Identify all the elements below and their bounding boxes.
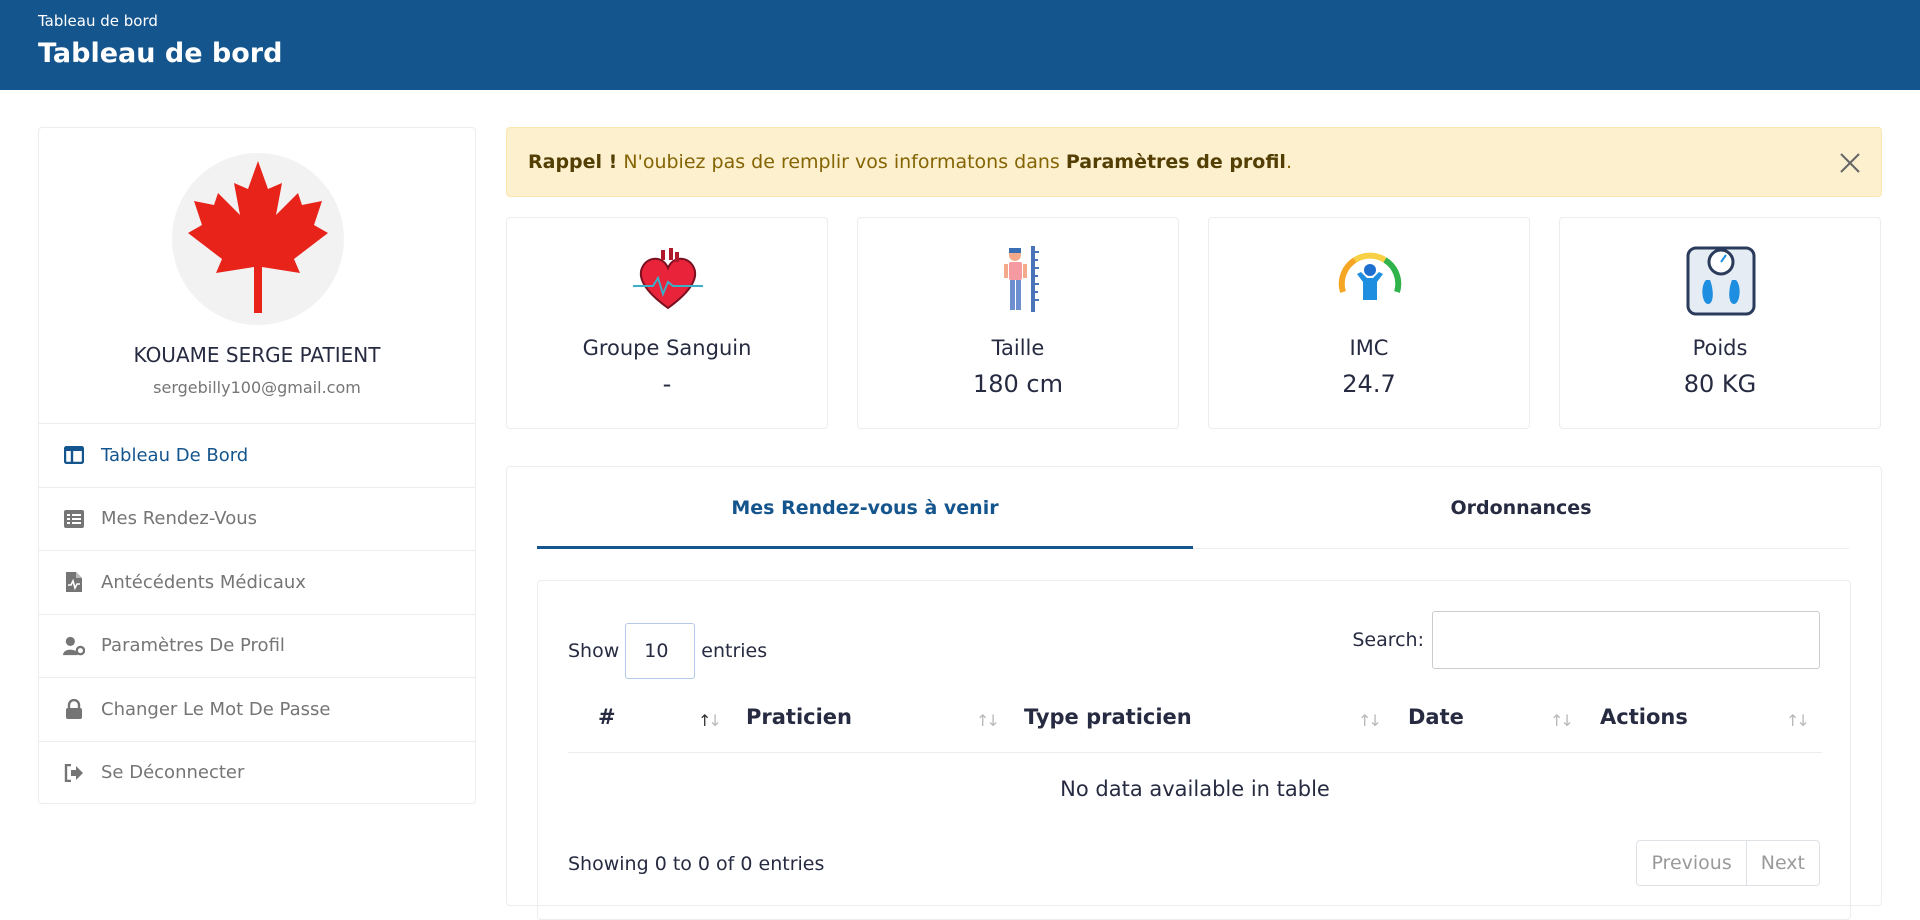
sidebar-item-logout[interactable]: Se Déconnecter bbox=[39, 740, 475, 805]
previous-button[interactable]: Previous bbox=[1637, 841, 1745, 885]
patient-email: sergebilly100@gmail.com bbox=[153, 378, 361, 397]
page-title: Tableau de bord bbox=[38, 38, 283, 69]
sort-icon[interactable]: ↑↓ bbox=[976, 711, 1000, 730]
entries-label: entries bbox=[701, 640, 768, 662]
tab-upcoming-appointments[interactable]: Mes Rendez-vous à venir bbox=[537, 497, 1193, 537]
close-icon[interactable] bbox=[1837, 150, 1863, 176]
column-header-practitioner[interactable]: Praticien bbox=[746, 705, 852, 729]
avatar bbox=[172, 153, 344, 325]
height-icon bbox=[1004, 246, 1039, 312]
user-cog-icon bbox=[63, 635, 85, 657]
column-header-actions[interactable]: Actions bbox=[1600, 705, 1688, 729]
pagination: Previous Next bbox=[1636, 840, 1820, 886]
sidebar-item-medical-history[interactable]: Antécédents Médicaux bbox=[39, 550, 475, 614]
stat-value: 180 cm bbox=[972, 370, 1063, 398]
column-header-practitioner-type[interactable]: Type praticien bbox=[1024, 705, 1192, 729]
alert-text: N'oubiez pas de remplir vos informatons … bbox=[617, 151, 1066, 173]
stat-card-weight: Poids 80 KG bbox=[1559, 217, 1881, 429]
stat-card-blood-group: Groupe Sanguin - bbox=[506, 217, 828, 429]
sort-icon[interactable]: ↑↓ bbox=[1550, 711, 1574, 730]
table-header: # ↑↓ Praticien ↑↓ Type praticien ↑↓ Date… bbox=[568, 691, 1822, 753]
stat-card-bmi: IMC 24.7 bbox=[1208, 217, 1530, 429]
stat-value: - bbox=[662, 370, 672, 398]
appointments-panel: Mes Rendez-vous à venir Ordonnances Show… bbox=[506, 466, 1882, 920]
sidebar-item-dashboard[interactable]: Tableau De Bord bbox=[39, 423, 475, 487]
search-label: Search: bbox=[1352, 629, 1424, 651]
stat-label: Groupe Sanguin bbox=[582, 336, 752, 360]
sort-icon[interactable]: ↑↓ bbox=[1786, 711, 1810, 730]
datatable-wrapper: Show 10 entries Search: # ↑↓ Praticien ↑… bbox=[537, 580, 1851, 920]
medical-file-icon bbox=[63, 571, 85, 593]
stat-value: 24.7 bbox=[1342, 370, 1396, 398]
sort-icon[interactable]: ↑↓ bbox=[698, 711, 722, 730]
next-button[interactable]: Next bbox=[1745, 841, 1819, 885]
sidebar-item-label: Antécédents Médicaux bbox=[101, 571, 306, 593]
page-header: Tableau de bord Tableau de bord bbox=[0, 0, 1920, 90]
stat-card-height: Taille 180 cm bbox=[857, 217, 1179, 429]
maple-leaf-icon bbox=[188, 161, 328, 313]
column-header-number[interactable]: # bbox=[598, 705, 616, 729]
sidebar-item-label: Mes Rendez-Vous bbox=[101, 508, 257, 530]
table-info: Showing 0 to 0 of 0 entries bbox=[568, 853, 825, 875]
search-input[interactable] bbox=[1432, 611, 1820, 669]
sidebar-item-label: Tableau De Bord bbox=[101, 444, 249, 466]
weighing-scale-icon bbox=[1686, 246, 1756, 316]
sidebar-item-label: Se Déconnecter bbox=[101, 762, 245, 784]
breadcrumb[interactable]: Tableau de bord bbox=[38, 12, 158, 30]
page-length-select[interactable]: 10 bbox=[625, 623, 696, 679]
sidebar-menu: Tableau De Bord Mes Rendez-Vous Antécéde… bbox=[39, 423, 475, 804]
show-label: Show bbox=[568, 640, 620, 662]
stat-value: 80 KG bbox=[1683, 370, 1757, 398]
empty-table-message: No data available in table bbox=[1060, 777, 1330, 801]
sign-out-icon bbox=[63, 762, 85, 784]
profile-sidebar: KOUAME SERGE PATIENT sergebilly100@gmail… bbox=[38, 127, 476, 804]
heart-icon bbox=[633, 248, 703, 310]
stat-label: Taille bbox=[991, 336, 1045, 360]
reminder-alert: Rappel ! N'oubiez pas de remplir vos inf… bbox=[506, 127, 1882, 197]
sidebar-item-label: Changer Le Mot De Passe bbox=[101, 698, 331, 720]
alert-end: . bbox=[1285, 151, 1292, 173]
sidebar-item-profile-settings[interactable]: Paramètres De Profil bbox=[39, 613, 475, 678]
sidebar-item-label: Paramètres De Profil bbox=[101, 635, 285, 657]
alert-title: Rappel ! bbox=[528, 151, 618, 173]
sidebar-item-appointments[interactable]: Mes Rendez-Vous bbox=[39, 486, 475, 551]
columns-icon bbox=[63, 444, 85, 466]
tab-prescriptions[interactable]: Ordonnances bbox=[1193, 497, 1849, 537]
search-control: Search: bbox=[1352, 611, 1820, 669]
page-length-control: Show 10 entries bbox=[568, 623, 767, 679]
lock-icon bbox=[63, 698, 85, 720]
list-icon bbox=[63, 508, 85, 530]
sidebar-item-change-password[interactable]: Changer Le Mot De Passe bbox=[39, 677, 475, 741]
stat-label: IMC bbox=[1349, 336, 1389, 360]
column-header-date[interactable]: Date bbox=[1408, 705, 1464, 729]
patient-name: KOUAME SERGE PATIENT bbox=[133, 343, 381, 367]
alert-profile-link[interactable]: Paramètres de profil bbox=[1066, 151, 1286, 173]
stat-label: Poids bbox=[1692, 336, 1748, 360]
bmi-gauge-icon bbox=[1338, 252, 1402, 300]
sort-icon[interactable]: ↑↓ bbox=[1358, 711, 1382, 730]
active-tab-indicator bbox=[537, 546, 1193, 549]
